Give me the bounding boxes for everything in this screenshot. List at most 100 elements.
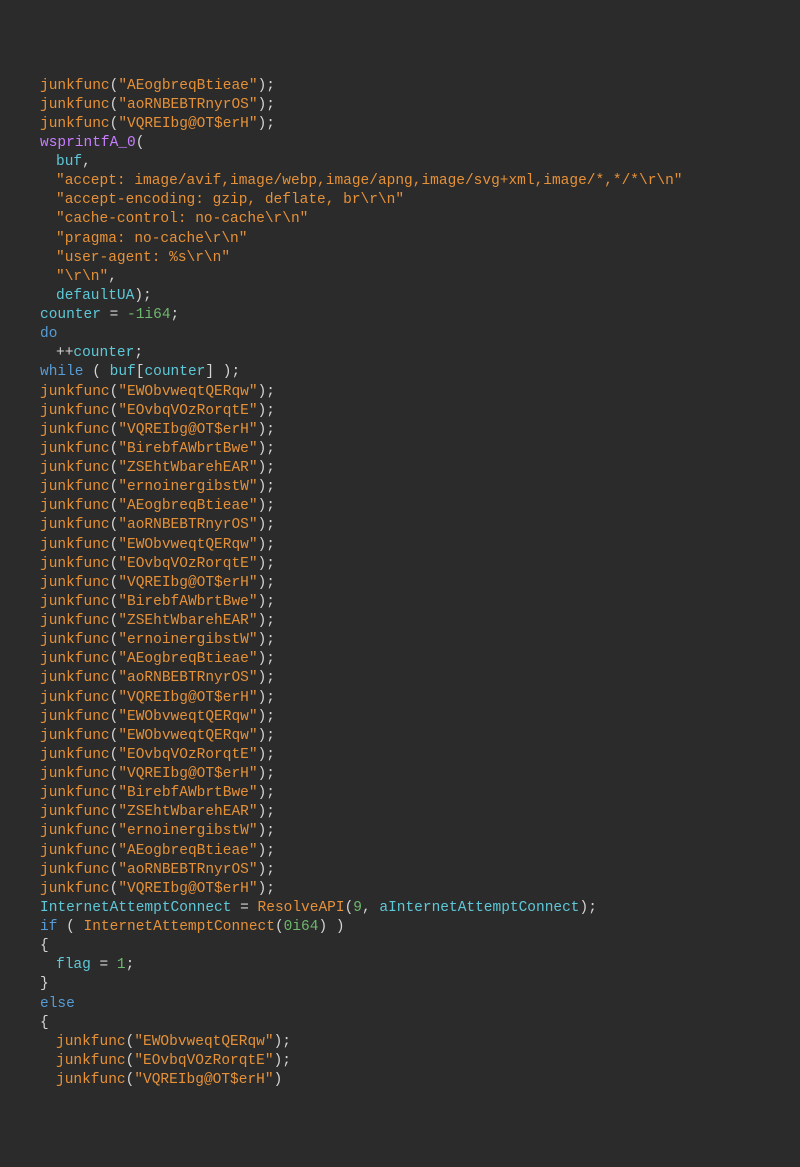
code-line[interactable]: counter = -1i64;	[8, 306, 800, 325]
code-line[interactable]: junkfunc("VQREIbg@OT$erH");	[8, 880, 800, 899]
string-literal: "EWObvweqtQERqw"	[134, 1034, 273, 1050]
code-line[interactable]: junkfunc("VQREIbg@OT$erH");	[8, 574, 800, 593]
code-line[interactable]: junkfunc("aoRNBEBTRnyrOS");	[8, 669, 800, 688]
string-literal: "ernoinergibstW"	[118, 479, 257, 495]
paren: );	[258, 862, 275, 878]
code-line[interactable]: junkfunc("EOvbqVOzRorqtE");	[8, 1052, 800, 1071]
paren: (	[136, 135, 145, 151]
paren: (	[275, 919, 284, 935]
string-literal: "ZSEhtWbarehEAR"	[118, 460, 257, 476]
op: =	[91, 957, 117, 973]
code-line[interactable]: ++counter;	[8, 344, 800, 363]
string-literal: "\r\n"	[56, 269, 108, 285]
code-line[interactable]: junkfunc("ZSEhtWbarehEAR");	[8, 803, 800, 822]
paren: (	[345, 900, 354, 916]
code-line[interactable]: "user-agent: %s\r\n"	[8, 249, 800, 268]
code-line[interactable]: junkfunc("ernoinergibstW");	[8, 822, 800, 841]
fn-resolveapi: ResolveAPI	[258, 900, 345, 916]
code-line[interactable]: junkfunc("EOvbqVOzRorqtE");	[8, 746, 800, 765]
code-line[interactable]: while ( buf[counter] );	[8, 363, 800, 382]
code-line[interactable]: junkfunc("AEogbreqBtieae");	[8, 842, 800, 861]
code-line[interactable]: junkfunc("EWObvweqtQERqw");	[8, 1033, 800, 1052]
paren: );	[258, 843, 275, 859]
code-line[interactable]: junkfunc("AEogbreqBtieae");	[8, 497, 800, 516]
code-line[interactable]: junkfunc("VQREIbg@OT$erH")	[8, 1071, 800, 1090]
code-line[interactable]: "cache-control: no-cache\r\n"	[8, 210, 800, 229]
paren: );	[258, 384, 275, 400]
string-literal: "aoRNBEBTRnyrOS"	[118, 670, 257, 686]
paren: );	[258, 766, 275, 782]
code-line[interactable]: junkfunc("ZSEhtWbarehEAR");	[8, 612, 800, 631]
paren: );	[274, 1034, 291, 1050]
string-literal: "VQREIbg@OT$erH"	[134, 1072, 273, 1088]
string-literal: "EOvbqVOzRorqtE"	[134, 1053, 273, 1069]
paren: );	[258, 747, 275, 763]
code-line[interactable]: junkfunc("VQREIbg@OT$erH");	[8, 689, 800, 708]
string-literal: "accept: image/avif,image/webp,image/apn…	[56, 173, 683, 189]
code-line[interactable]: junkfunc("VQREIbg@OT$erH");	[8, 421, 800, 440]
paren: (	[126, 1053, 135, 1069]
code-line[interactable]: junkfunc("ernoinergibstW");	[8, 478, 800, 497]
fn-junkfunc: junkfunc	[40, 594, 110, 610]
code-line[interactable]: junkfunc("BirebfAWbrtBwe");	[8, 784, 800, 803]
code-line[interactable]: "pragma: no-cache\r\n"	[8, 230, 800, 249]
fn-junkfunc: junkfunc	[40, 116, 110, 132]
code-line[interactable]: junkfunc("BirebfAWbrtBwe");	[8, 593, 800, 612]
code-line[interactable]: junkfunc("aoRNBEBTRnyrOS");	[8, 861, 800, 880]
code-line[interactable]: junkfunc("EWObvweqtQERqw");	[8, 727, 800, 746]
code-line[interactable]: junkfunc("EOvbqVOzRorqtE");	[8, 555, 800, 574]
code-line[interactable]: if ( InternetAttemptConnect(0i64) )	[8, 918, 800, 937]
num: 9	[353, 900, 362, 916]
code-line[interactable]: junkfunc("EOvbqVOzRorqtE");	[8, 402, 800, 421]
code-line[interactable]: junkfunc("EWObvweqtQERqw");	[8, 708, 800, 727]
code-line[interactable]: defaultUA);	[8, 287, 800, 306]
code-line[interactable]: else	[8, 995, 800, 1014]
code-line[interactable]: }	[8, 975, 800, 994]
code-line[interactable]: do	[8, 325, 800, 344]
code-line[interactable]: {	[8, 1014, 800, 1033]
string-literal: "BirebfAWbrtBwe"	[118, 441, 257, 457]
code-line[interactable]: junkfunc("aoRNBEBTRnyrOS");	[8, 516, 800, 535]
paren: );	[258, 97, 275, 113]
code-line[interactable]: junkfunc("EWObvweqtQERqw");	[8, 536, 800, 555]
paren: );	[134, 288, 151, 304]
code-line[interactable]: junkfunc("AEogbreqBtieae");	[8, 650, 800, 669]
code-line[interactable]: junkfunc("ZSEhtWbarehEAR");	[8, 459, 800, 478]
fn-junkfunc: junkfunc	[40, 823, 110, 839]
paren: );	[258, 690, 275, 706]
code-line[interactable]: junkfunc("aoRNBEBTRnyrOS");	[8, 96, 800, 115]
code-view[interactable]: junkfunc("AEogbreqBtieae");junkfunc("aoR…	[8, 77, 800, 1091]
var-buf: buf	[56, 154, 82, 170]
code-line[interactable]: wsprintfA_0(	[8, 134, 800, 153]
code-line[interactable]: junkfunc("BirebfAWbrtBwe");	[8, 440, 800, 459]
string-literal: "EOvbqVOzRorqtE"	[118, 747, 257, 763]
code-line[interactable]: "accept-encoding: gzip, deflate, br\r\n"	[8, 191, 800, 210]
comma: ,	[108, 269, 117, 285]
paren: );	[258, 709, 275, 725]
brace: {	[40, 1015, 49, 1031]
num: 0i64	[284, 919, 319, 935]
paren: );	[258, 422, 275, 438]
code-line[interactable]: junkfunc("VQREIbg@OT$erH");	[8, 115, 800, 134]
code-line[interactable]: {	[8, 937, 800, 956]
code-line[interactable]: "accept: image/avif,image/webp,image/apn…	[8, 172, 800, 191]
code-line[interactable]: junkfunc("AEogbreqBtieae");	[8, 77, 800, 96]
code-line[interactable]: InternetAttemptConnect = ResolveAPI(9, a…	[8, 899, 800, 918]
code-line[interactable]: junkfunc("VQREIbg@OT$erH");	[8, 765, 800, 784]
paren: )	[274, 1072, 283, 1088]
code-line[interactable]: junkfunc("EWObvweqtQERqw");	[8, 383, 800, 402]
code-line[interactable]: junkfunc("ernoinergibstW");	[8, 631, 800, 650]
fn-junkfunc: junkfunc	[40, 709, 110, 725]
kw-else: else	[40, 996, 75, 1012]
string-literal: "AEogbreqBtieae"	[118, 843, 257, 859]
code-line[interactable]: "\r\n",	[8, 268, 800, 287]
fn-junkfunc: junkfunc	[40, 670, 110, 686]
fn-junkfunc: junkfunc	[40, 766, 110, 782]
code-line[interactable]: flag = 1;	[8, 956, 800, 975]
code-line[interactable]: buf,	[8, 153, 800, 172]
string-literal: "user-agent: %s\r\n"	[56, 250, 230, 266]
string-literal: "accept-encoding: gzip, deflate, br\r\n"	[56, 192, 404, 208]
string-literal: "aoRNBEBTRnyrOS"	[118, 862, 257, 878]
fn-junkfunc: junkfunc	[40, 804, 110, 820]
paren: );	[258, 881, 275, 897]
